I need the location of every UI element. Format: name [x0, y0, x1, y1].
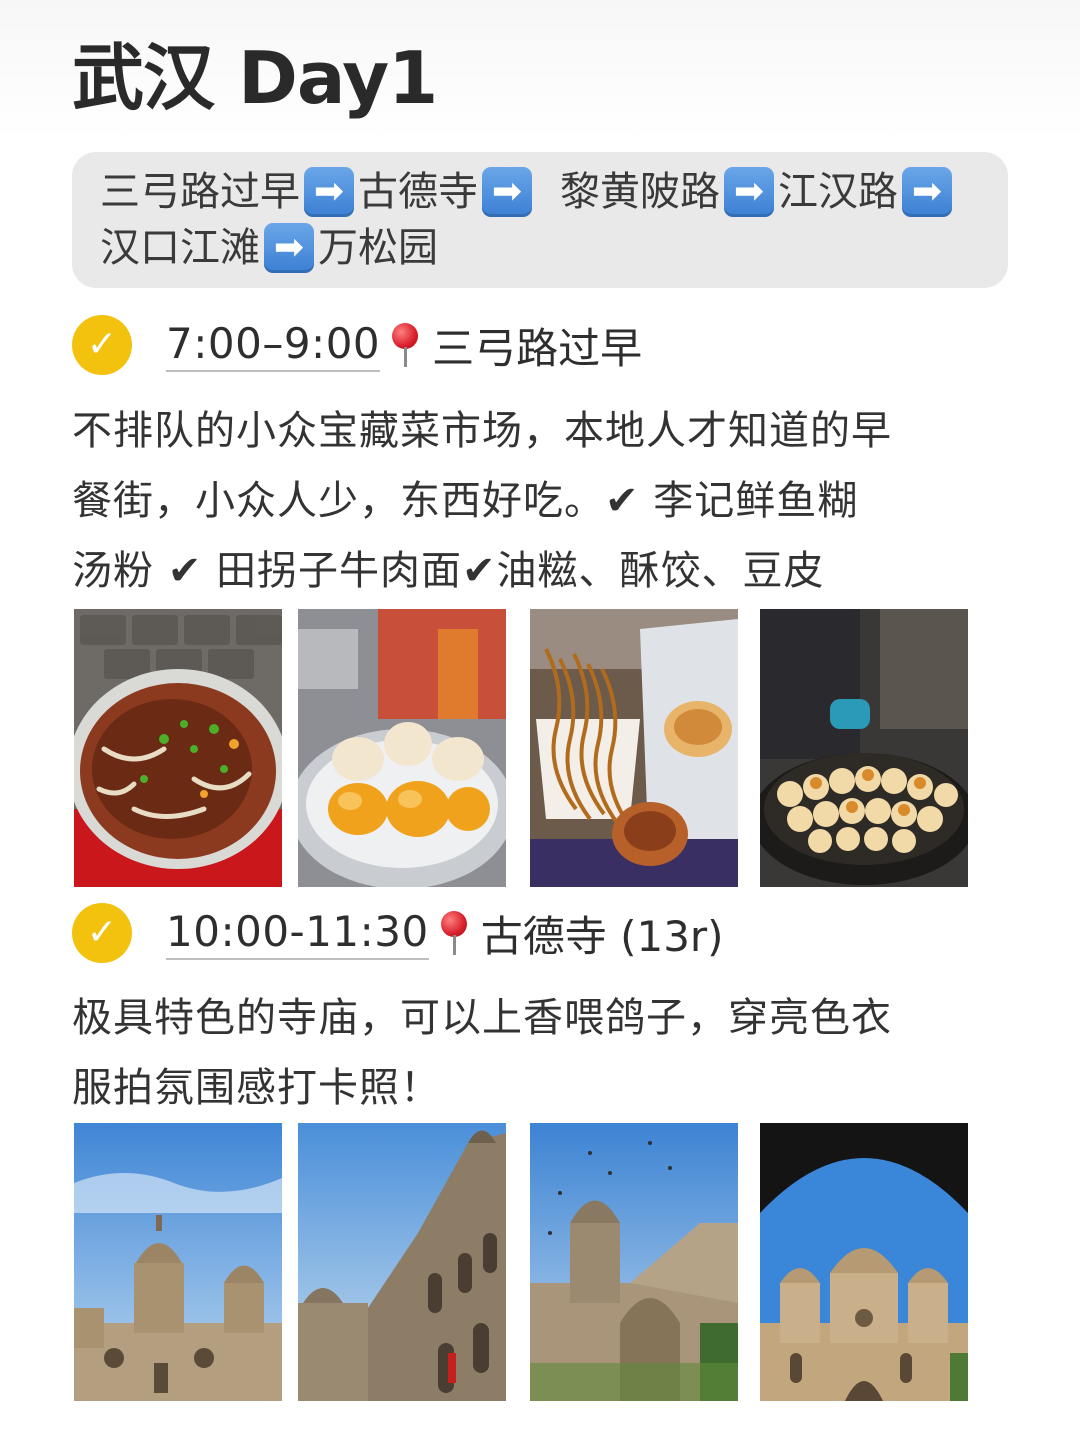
- check-circle-icon: ✓: [72, 315, 132, 375]
- page-title: 武汉 Day1: [72, 36, 438, 120]
- route-stop: 汉口江滩: [100, 225, 260, 271]
- description-line: 汤粉 ✔ 田拐子牛肉面✔油糍、酥饺、豆皮: [72, 548, 825, 594]
- location-pin-icon: [439, 909, 469, 957]
- temple-photo-3[interactable]: [530, 1123, 738, 1401]
- description-line: 极具特色的寺庙，可以上香喂鸽子，穿亮色衣: [72, 995, 892, 1041]
- route-summary: 三弓路过早 ➡ 古德寺 ➡ 黎黄陂路 ➡ 江汉路 ➡ 汉口江滩 ➡ 万松园: [72, 152, 1008, 288]
- route-stop: 古德寺: [358, 169, 478, 215]
- noodles-and-doupi-photo[interactable]: [530, 609, 738, 887]
- route-stop: 三弓路过早: [100, 169, 300, 215]
- route-stop: 江汉路: [778, 169, 898, 215]
- temple-photo-4[interactable]: [760, 1123, 968, 1401]
- note-page: 武汉 Day1 三弓路过早 ➡ 古德寺 ➡ 黎黄陂路 ➡ 江汉路 ➡ 汉口江滩 …: [0, 0, 1080, 1434]
- beef-noodle-photo[interactable]: [74, 609, 282, 887]
- time-range: 10:00-11:30: [166, 907, 429, 960]
- route-line-1: 三弓路过早 ➡ 古德寺 ➡ 黎黄陂路 ➡ 江汉路 ➡: [100, 164, 980, 220]
- section-heading-breakfast: ✓ 7:00–9:00 三弓路过早: [72, 313, 642, 377]
- route-stop: 万松园: [318, 225, 438, 271]
- route-stop: 黎黄陂路: [560, 169, 720, 215]
- temple-photo-row: [74, 1123, 968, 1401]
- section-description-temple: 极具特色的寺庙，可以上香喂鸽子，穿亮色衣 服拍氛围感打卡照！: [72, 983, 1012, 1123]
- description-line: 服拍氛围感打卡照！: [72, 1065, 441, 1111]
- food-photo-row: [74, 609, 968, 887]
- place-name: 三弓路过早: [432, 323, 643, 373]
- description-line: 不排队的小众宝藏菜市场，本地人才知道的早: [72, 408, 892, 454]
- section-heading-temple: ✓ 10:00-11:30 古德寺 (13r): [72, 901, 724, 965]
- temple-photo-2[interactable]: [298, 1123, 506, 1401]
- check-circle-icon: ✓: [72, 903, 132, 963]
- time-range: 7:00–9:00: [166, 319, 381, 372]
- description-line: 餐街，小众人少，东西好吃。✔ 李记鲜鱼糊: [72, 478, 859, 524]
- place-name: 古德寺 (13r): [480, 911, 724, 961]
- temple-photo-1[interactable]: [74, 1123, 282, 1401]
- arrow-right-icon: ➡: [482, 167, 532, 217]
- arrow-right-icon: ➡: [264, 223, 314, 273]
- location-pin-icon: [390, 321, 420, 369]
- section-description-breakfast: 不排队的小众宝藏菜市场，本地人才知道的早 餐街，小众人少，东西好吃。✔ 李记鲜鱼…: [72, 396, 1012, 606]
- route-line-2: 汉口江滩 ➡ 万松园: [100, 220, 980, 276]
- arrow-right-icon: ➡: [304, 167, 354, 217]
- fried-dumplings-photo[interactable]: [298, 609, 506, 887]
- pan-fried-buns-photo[interactable]: [760, 609, 968, 887]
- arrow-right-icon: ➡: [724, 167, 774, 217]
- arrow-right-icon: ➡: [902, 167, 952, 217]
